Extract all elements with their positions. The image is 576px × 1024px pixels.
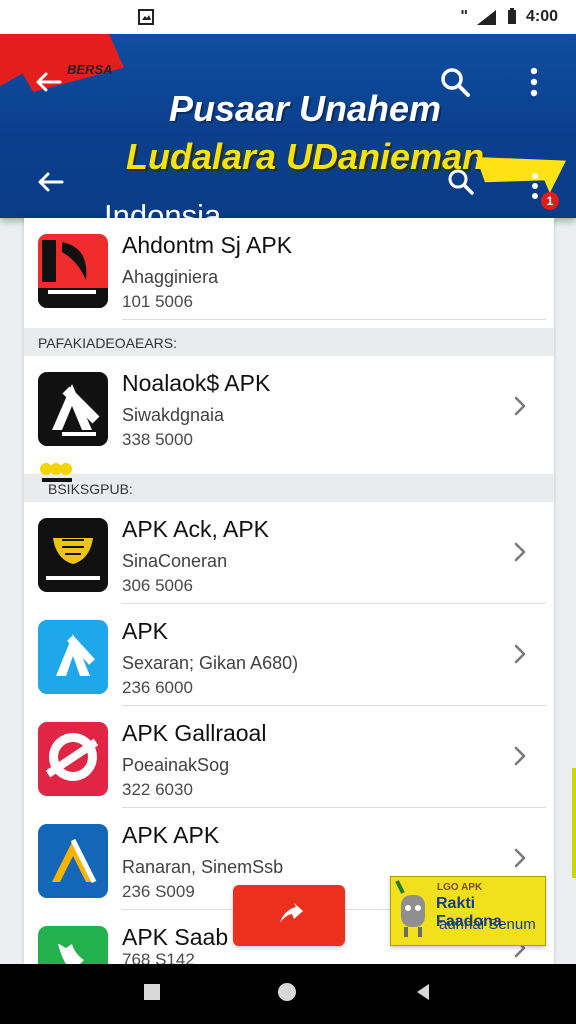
list-item[interactable]: APK Ack, APK SinaConeran 306 5006 [24,502,554,604]
more-vert-icon [532,173,538,199]
clock-time: 4:00 [525,8,558,25]
section-header: BSIKSGPUB: [24,474,554,502]
app-subtitle: Sexaran; Gikan A680) [122,653,299,673]
list-item[interactable]: Ahdontm Sj APK Ahagginiera 101 5006 [24,218,554,320]
app-subtitle: Siwakdgnaia [122,405,225,425]
app-icon [38,372,108,446]
blue-app-icon [38,620,108,694]
list-item[interactable]: Noalaok$ APK Siwakdgnaia 338 5000 [24,356,554,458]
app-icon [38,722,108,796]
trophy-icon [38,518,108,592]
app-icon [38,620,108,694]
app-icon [38,234,108,308]
app-list: Ahdontm Sj APK Ahagginiera 101 5006 PAFA… [24,218,554,964]
sticker-logo-icon [40,463,72,482]
app-meta: 768 S142 [122,950,195,964]
top-back-button[interactable] [28,62,68,102]
app-bar: BERSA Pusaar Unahem Ludalara UDanieman I… [0,34,576,233]
search-back-button[interactable] [28,160,72,204]
app-subtitle: Ranaran, SinemSsb [122,857,284,877]
app-title: APK APK [122,822,220,848]
app-meta: 338 5000 [122,430,193,449]
headline-line-2: Ludalara UDanieman [126,136,485,177]
chevron-right-icon [514,746,526,766]
app-title: APK Saab [122,924,229,950]
app-title: APK Gallraoal [122,720,267,746]
chevron-right-icon [514,542,526,562]
back-button[interactable] [412,981,434,1008]
gallery-icon [38,722,108,796]
status-right: ʺ 4:00 [460,8,558,26]
search-icon [441,68,470,97]
list-item[interactable]: APK Gallraoal PoeainakSog 322 6030 [24,706,554,808]
network-label: ʺ [460,8,468,25]
app-icon [38,926,108,964]
phone-icon [38,926,108,964]
status-left [138,9,154,25]
triangle-back-icon [417,983,429,1000]
signal-icon [476,10,496,25]
app-icon [38,824,108,898]
system-nav-bar [0,964,576,1024]
app-title: APK Ack, APK [122,516,270,542]
top-search-button[interactable] [433,60,477,104]
status-bar: ʺ 4:00 [0,0,576,34]
app-title: Ahdontm Sj APK [122,232,293,258]
app-meta: 101 5006 [122,292,193,311]
app-subtitle: Ahagginiera [122,267,219,287]
share-icon [280,902,303,923]
app-meta: 236 6000 [122,678,193,697]
square-icon [144,983,160,1000]
triangle-app-icon [38,824,108,898]
list-item[interactable]: APK Sexaran; Gikan A680) 236 6000 [24,604,554,706]
section-header: PAFAKIADEOAEARS: [24,328,554,356]
image-notification-icon [138,9,154,25]
home-button[interactable] [276,981,298,1008]
recent-apps-button[interactable] [142,982,162,1007]
robot-icon [391,877,435,945]
edge-accent [572,768,576,878]
letter-a-icon [38,372,108,446]
search-button[interactable] [440,161,482,203]
app-meta: 236 S009 [122,882,195,901]
app-subtitle: PoeainakSog [122,755,230,775]
chevron-right-icon [514,848,526,868]
arrow-left-icon [36,72,62,92]
chevron-right-icon [514,396,526,416]
promo-mini-label: LGO APK [437,882,483,893]
app-meta: 306 5006 [122,576,193,595]
app-title: APK [122,618,169,644]
brand-logo-icon [38,234,108,308]
arrow-left-icon [38,172,64,192]
headline-line-1: Pusaar Unahem [168,88,442,129]
circle-icon [278,982,296,1001]
app-icon [38,518,108,592]
app-subtitle: SinaConeran [122,551,228,571]
search-icon [448,169,474,195]
notification-badge: 1 [541,192,559,210]
promo-subtitle: auhnai Senum [439,916,536,933]
battery-icon [507,8,516,24]
top-more-button[interactable] [516,60,552,104]
ribbon-label: BERSA [67,62,113,77]
promo-banner[interactable]: LGO APK Rakti Faadona auhnai Senum [390,876,546,946]
floating-action-button[interactable] [233,885,345,946]
more-vert-icon [530,67,538,97]
app-meta: 322 6030 [122,780,193,799]
chevron-right-icon [514,644,526,664]
app-title: Noalaok$ APK [122,370,271,396]
